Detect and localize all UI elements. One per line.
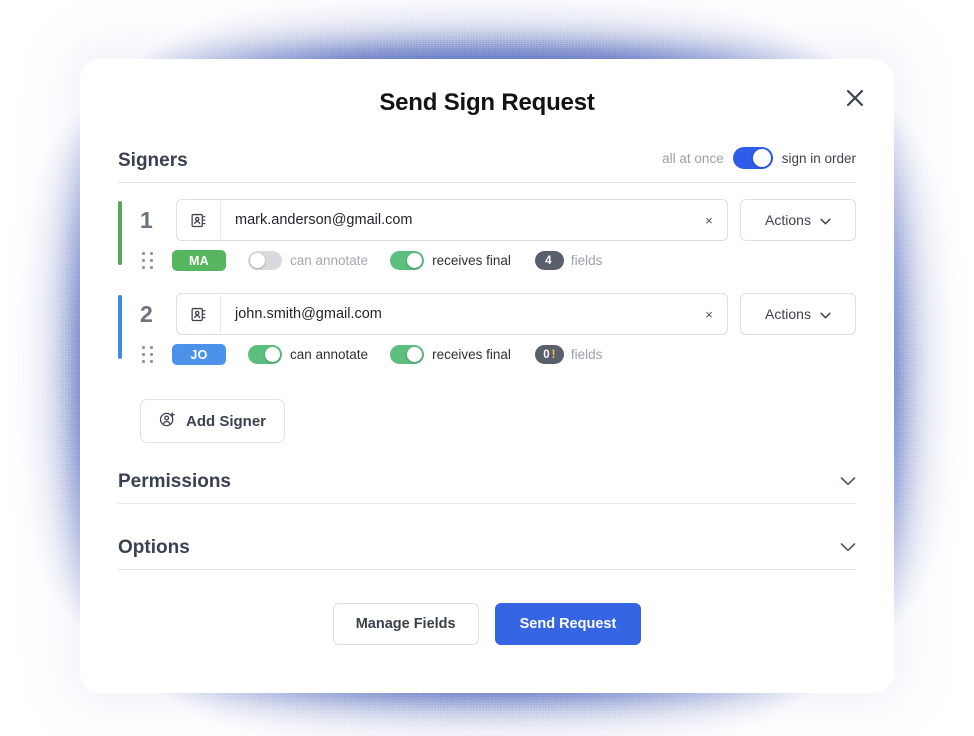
signer-email-field[interactable]: mark.anderson@gmail.com × [176,199,728,241]
fields-label: fields [570,347,603,362]
signer-actions-label: Actions [765,306,811,322]
permissions-section-header[interactable]: Permissions [118,471,856,504]
signer-accent-bar [118,295,122,359]
fields-label: fields [570,253,603,268]
drag-handle[interactable] [142,251,156,270]
all-at-once-label: all at once [662,150,724,166]
signing-order-toggle[interactable] [732,147,773,169]
manage-fields-button[interactable]: Manage Fields [332,603,479,645]
clear-email-icon[interactable]: × [695,213,723,228]
fields-count-value: 0 [543,348,550,361]
chevron-down-icon [820,212,831,228]
receives-final-toggle[interactable] [390,251,425,270]
signer-email-value: john.smith@gmail.com [235,306,382,322]
fields-warning-icon: ! [551,348,556,361]
can-annotate-label: can annotate [290,253,369,268]
signer-initials-badge: MA [172,250,226,271]
signers-section-header: Signers all at once sign in order [118,147,856,183]
signers-list: 1 mark.anderson@gmail.com × Actions MA c… [118,183,856,365]
close-button[interactable] [838,81,872,115]
can-annotate-toggle[interactable] [248,345,282,364]
close-icon [844,87,866,109]
can-annotate-label: can annotate [290,347,369,362]
signer-email-field[interactable]: john.smith@gmail.com × [176,293,728,335]
can-annotate-option: can annotate [248,251,368,270]
add-signer-label: Add Signer [186,412,267,430]
signer-main-row: 2 john.smith@gmail.com × Actions [140,293,856,335]
screen: Send Sign Request Signers all at once si… [0,0,974,736]
receives-final-label: receives final [432,347,511,362]
contact-card-icon [177,295,221,333]
can-annotate-toggle[interactable] [248,251,282,270]
receives-final-label: receives final [432,253,511,268]
fields-count-badge: 4 [534,251,564,270]
send-request-button[interactable]: Send Request [494,603,642,645]
signer-initials-badge: JO [172,344,226,365]
send-sign-request-dialog: Send Sign Request Signers all at once si… [80,59,894,693]
signer-options-row: JO can annotate receives final 0 ! field… [140,344,856,365]
drag-handle[interactable] [142,345,156,364]
signer-actions-button[interactable]: Actions [740,293,856,335]
signer-email-value: mark.anderson@gmail.com [235,212,413,228]
receives-final-option: receives final [390,345,511,364]
dialog-footer: Manage Fields Send Request [118,603,856,645]
signer-row: 1 mark.anderson@gmail.com × Actions MA c… [118,199,856,271]
fields-count-group[interactable]: 0 ! fields [534,345,603,364]
clear-email-icon[interactable]: × [695,307,723,322]
options-section-header[interactable]: Options [118,537,856,570]
contact-card-icon [177,201,221,239]
signers-title: Signers [118,150,188,171]
chevron-down-icon [840,473,856,493]
signing-order-control: all at once sign in order [662,147,856,172]
dialog-body: Signers all at once sign in order 1 mark… [80,147,894,645]
signer-index: 1 [140,206,153,233]
signer-actions-label: Actions [765,212,811,228]
receives-final-option: receives final [390,251,511,270]
fields-count-group[interactable]: 4 fields [534,251,603,270]
can-annotate-option: can annotate [248,345,368,364]
fields-count-value: 4 [545,254,552,267]
signer-main-row: 1 mark.anderson@gmail.com × Actions [140,199,856,241]
add-signer-button[interactable]: Add Signer [140,399,286,443]
chevron-down-icon [820,306,831,322]
sign-in-order-label: sign in order [781,150,856,166]
options-title: Options [118,537,190,558]
user-plus-icon [159,411,176,432]
dialog-header: Send Sign Request [80,59,894,147]
page-title: Send Sign Request [379,89,595,116]
signer-accent-bar [118,201,122,265]
fields-count-badge: 0 ! [534,345,564,364]
chevron-down-icon [840,539,856,559]
signer-index: 2 [140,300,153,327]
signer-actions-button[interactable]: Actions [740,199,856,241]
receives-final-toggle[interactable] [390,345,425,364]
permissions-title: Permissions [118,471,231,492]
signer-options-row: MA can annotate receives final 4 fields [140,250,856,271]
signer-row: 2 john.smith@gmail.com × Actions JO can … [118,293,856,365]
